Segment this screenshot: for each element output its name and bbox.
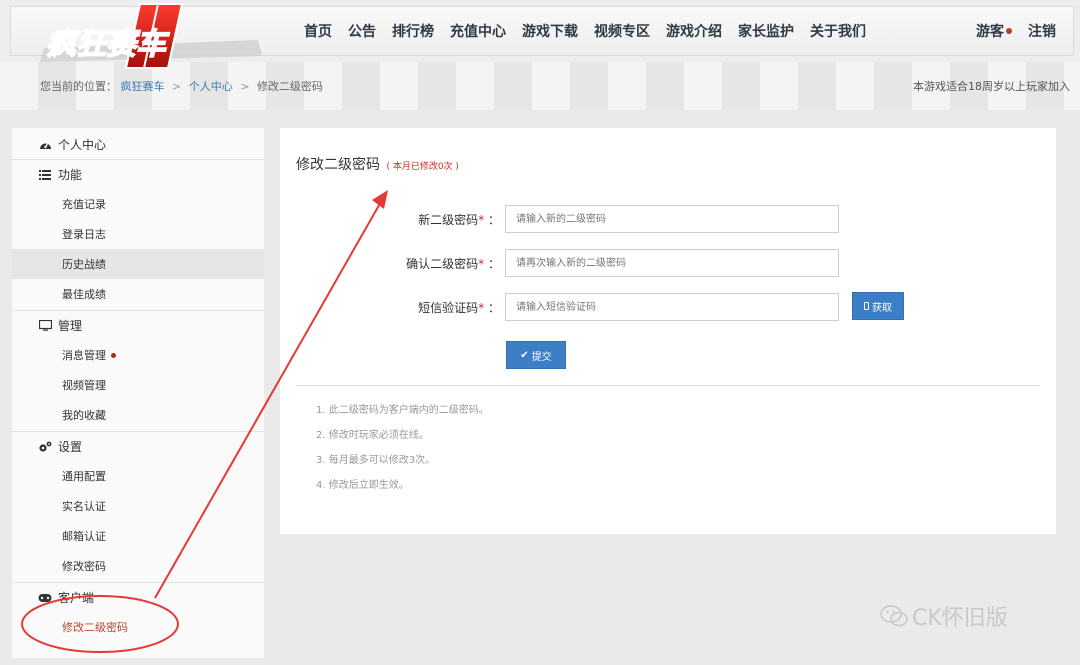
sidebar-item-change-password[interactable]: 修改密码	[12, 551, 264, 581]
sidebar-section-manage[interactable]: 管理	[12, 310, 264, 340]
watermark-text: CK怀旧版	[912, 606, 1008, 631]
breadcrumb-current: 修改二级密码	[256, 80, 323, 93]
button-label: 获取	[872, 302, 892, 314]
sidebar-item-best-score[interactable]: 最佳成绩	[12, 279, 264, 309]
watermark: CK怀旧版	[880, 600, 1008, 632]
sidebar-section-functions[interactable]: 功能	[12, 159, 264, 189]
sidebar-item-login-log[interactable]: 登录日志	[12, 219, 264, 249]
notes-list: 1. 此二级密码为客户端内的二级密码。 2. 修改时玩家必须在线。 3. 每月最…	[316, 405, 489, 505]
gamepad-icon	[38, 592, 52, 604]
page-title: 修改二级密码 ( 本月已修改0次 )	[296, 154, 459, 174]
required-star: *	[478, 301, 485, 315]
new-password-label: 新二级密码* ：	[300, 211, 500, 228]
breadcrumb: 您当前的位置： 疯狂赛车 > 个人中心 > 修改二级密码	[40, 78, 323, 94]
sidebar-item-recharge-records[interactable]: 充值记录	[12, 189, 264, 219]
nav-download[interactable]: 游戏下载	[522, 21, 578, 41]
required-star: *	[478, 213, 485, 227]
user-area: 游客 注销	[976, 0, 1056, 62]
sidebar-section-label: 功能	[58, 168, 83, 182]
main-panel: 修改二级密码 ( 本月已修改0次 ) 新二级密码* ： 确认二级密码* ： 短信…	[280, 128, 1056, 534]
svg-text:疯狂赛车: 疯狂赛车	[46, 27, 170, 62]
sidebar-item-email-verify[interactable]: 邮箱认证	[12, 521, 264, 551]
sidebar-item-videos[interactable]: 视频管理	[12, 370, 264, 400]
age-notice: 本游戏适合18周岁以上玩家加入	[913, 80, 1070, 93]
sidebar-section-user-center[interactable]: 个人中心	[12, 129, 264, 159]
nav-recharge[interactable]: 充值中心	[450, 21, 506, 41]
sidebar-item-favorites[interactable]: 我的收藏	[12, 400, 264, 430]
note-item: 1. 此二级密码为客户端内的二级密码。	[316, 405, 489, 416]
sidebar-section-label: 设置	[58, 440, 83, 454]
note-item: 2. 修改时玩家必须在线。	[316, 430, 429, 441]
breadcrumb-user-center[interactable]: 个人中心	[189, 80, 233, 93]
note-item: 3. 每月最多可以修改3次。	[316, 455, 436, 466]
divider	[296, 385, 1040, 386]
dashboard-icon	[38, 138, 52, 150]
nav-intro[interactable]: 游戏介绍	[666, 21, 722, 41]
sidebar-item-history-record[interactable]: 历史战绩	[12, 249, 264, 279]
sidebar-section-label: 个人中心	[58, 137, 107, 152]
new-password-input[interactable]	[505, 205, 839, 233]
nav-video[interactable]: 视频专区	[594, 21, 650, 41]
get-sms-code-button[interactable]: 获取	[852, 292, 904, 320]
label-colon: ：	[487, 301, 500, 315]
list-icon	[38, 169, 52, 181]
breadcrumb-prefix: 您当前的位置：	[40, 80, 117, 93]
sidebar-item-general-config[interactable]: 通用配置	[12, 461, 264, 491]
label-text: 确认二级密码	[406, 257, 479, 271]
breadcrumb-sep: >	[240, 80, 250, 93]
check-icon: ✔	[520, 349, 529, 361]
sms-code-input[interactable]	[505, 293, 839, 321]
sidebar-section-label: 管理	[58, 319, 83, 333]
notification-dot	[1006, 28, 1012, 34]
sidebar-section-settings[interactable]: 设置	[12, 431, 264, 461]
sidebar: 个人中心 功能 充值记录 登录日志 历史战绩 最佳成绩 管理 消息管理 视频管理…	[12, 128, 264, 658]
nav-parental[interactable]: 家长监护	[738, 21, 794, 41]
label-text: 新二级密码	[418, 213, 479, 227]
sidebar-item-change-secondary-password[interactable]: 修改二级密码	[12, 612, 264, 642]
label-colon: ：	[487, 213, 500, 227]
submit-button[interactable]: ✔ 提交	[506, 341, 566, 369]
nav-home[interactable]: 首页	[304, 21, 332, 41]
sidebar-item-label: 消息管理	[62, 349, 106, 362]
modify-count-note: ( 本月已修改0次 )	[386, 162, 459, 172]
main-nav: 首页 公告 排行榜 充值中心 游戏下载 视频专区 游戏介绍 家长监护 关于我们	[304, 0, 882, 62]
sidebar-section-client[interactable]: 客户端	[12, 582, 264, 612]
breadcrumb-home[interactable]: 疯狂赛车	[121, 80, 165, 93]
sidebar-item-real-name[interactable]: 实名认证	[12, 491, 264, 521]
nav-about[interactable]: 关于我们	[810, 21, 866, 41]
note-item: 4. 修改后立即生效。	[316, 480, 409, 491]
label-text: 短信验证码	[418, 301, 479, 315]
sidebar-section-label: 客户端	[58, 591, 95, 605]
game-logo[interactable]: 疯狂赛车	[36, 2, 266, 70]
monitor-icon	[38, 320, 52, 332]
nav-leaderboard[interactable]: 排行榜	[392, 21, 434, 41]
confirm-password-label: 确认二级密码* ：	[300, 255, 500, 272]
user-name[interactable]: 游客	[976, 21, 1004, 41]
unread-dot	[111, 352, 116, 358]
gears-icon	[38, 441, 52, 453]
button-label: 提交	[531, 351, 552, 363]
sidebar-item-messages[interactable]: 消息管理	[12, 340, 264, 370]
confirm-password-input[interactable]	[505, 249, 839, 277]
wechat-icon	[880, 605, 908, 627]
required-star: *	[478, 257, 485, 271]
breadcrumb-sep: >	[172, 80, 182, 93]
mobile-icon	[864, 302, 869, 310]
label-colon: ：	[487, 257, 500, 271]
sms-code-label: 短信验证码* ：	[300, 299, 500, 316]
nav-announcement[interactable]: 公告	[348, 21, 376, 41]
logout-link[interactable]: 注销	[1028, 21, 1056, 41]
page-title-text: 修改二级密码	[296, 157, 380, 173]
